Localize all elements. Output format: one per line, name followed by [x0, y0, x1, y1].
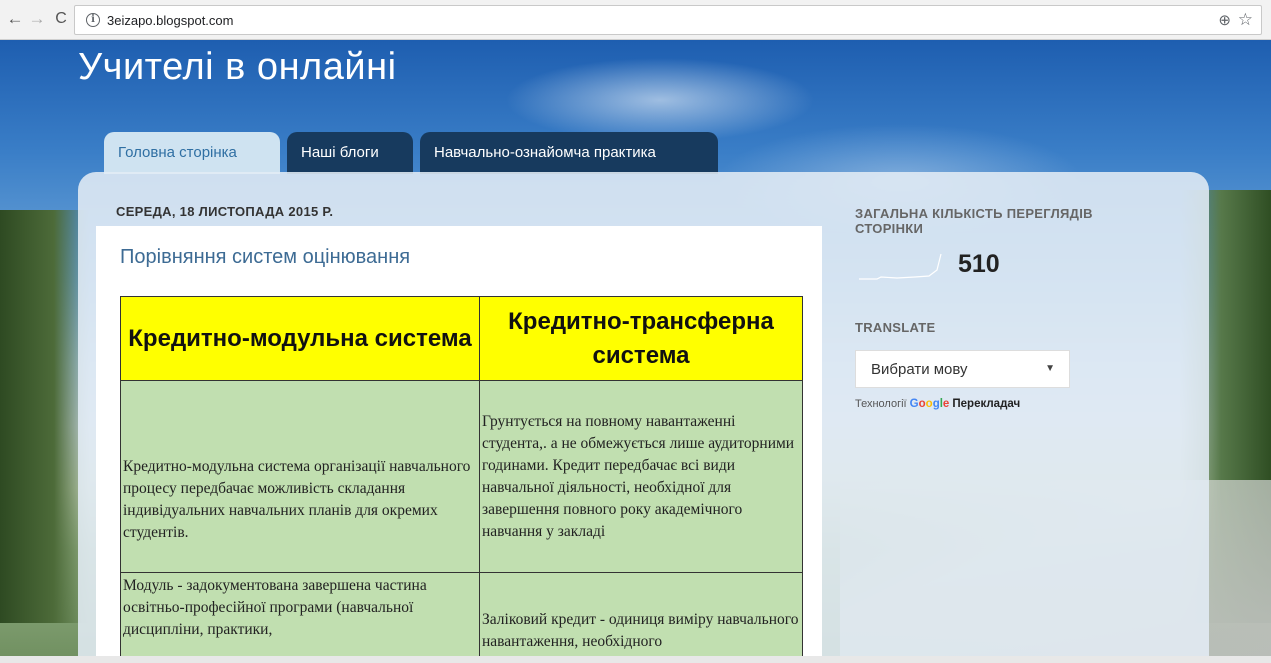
table-cell: Модуль - задокументована завершена части…	[120, 572, 480, 663]
sparkline-path	[859, 253, 942, 280]
table-cell: Кредитно-модульна система організації на…	[120, 380, 480, 573]
url-text[interactable]: 3eizapo.blogspot.com	[107, 13, 233, 28]
table-header-credit-modular: Кредитно-модульна система	[120, 296, 480, 381]
table-header-credit-transfer: Кредитно-трансферна система	[479, 296, 803, 381]
table-cell: Грунтується на повному навантаженні студ…	[479, 380, 803, 573]
language-select[interactable]: Вибрати мову ▼	[855, 350, 1070, 388]
post-date: СЕРЕДА, 18 ЛИСТОПАДА 2015 Р.	[116, 204, 334, 219]
pageviews-count: 510	[958, 250, 1000, 278]
background-trees-left	[0, 210, 90, 623]
blog-title[interactable]: Учителі в онлайні	[78, 46, 397, 89]
tab-home[interactable]: Головна сторінка	[104, 132, 280, 174]
powered-prefix: Технології	[855, 398, 907, 410]
pageviews-sparkline	[859, 253, 942, 280]
tab-our-blogs[interactable]: Наші блоги	[287, 132, 413, 174]
zoom-icon[interactable]: ⊕	[1218, 11, 1231, 29]
back-arrow-icon[interactable]: ←	[6, 9, 24, 29]
language-select-value: Вибрати мову	[871, 361, 968, 378]
translate-heading: TRANSLATE	[855, 320, 936, 335]
google-translate-link[interactable]: Перекладач	[952, 398, 1020, 410]
table-row: Модуль - задокументована завершена части…	[120, 572, 803, 663]
bottom-edge	[0, 656, 1271, 663]
table-cell: Заліковий кредит - одиниця виміру навчал…	[479, 572, 803, 663]
google-logo[interactable]: Google	[910, 398, 950, 410]
comparison-table: Кредитно-модульна система Кредитно-транс…	[120, 296, 803, 663]
powered-by-google: Технології Google Перекладач	[855, 398, 1020, 410]
reload-icon[interactable]: C	[52, 9, 70, 29]
chevron-down-icon: ▼	[1045, 363, 1055, 374]
forward-arrow-icon[interactable]: →	[28, 9, 46, 29]
info-icon[interactable]: i	[86, 13, 100, 27]
browser-toolbar: ← → C i 3eizapo.blogspot.com ⊕ ☆	[0, 0, 1271, 40]
table-row: Кредитно-модульна система організації на…	[120, 380, 803, 573]
address-bar[interactable]: i 3eizapo.blogspot.com ⊕ ☆	[74, 5, 1262, 35]
post-title[interactable]: Порівняння систем оцінювання	[120, 246, 410, 269]
bookmark-star-icon[interactable]: ☆	[1238, 10, 1253, 30]
tab-practice[interactable]: Навчально-ознайомча практика	[420, 132, 718, 174]
pageviews-heading: ЗАГАЛЬНА КІЛЬКІСТЬ ПЕРЕГЛЯДІВ СТОРІНКИ	[855, 206, 1093, 236]
